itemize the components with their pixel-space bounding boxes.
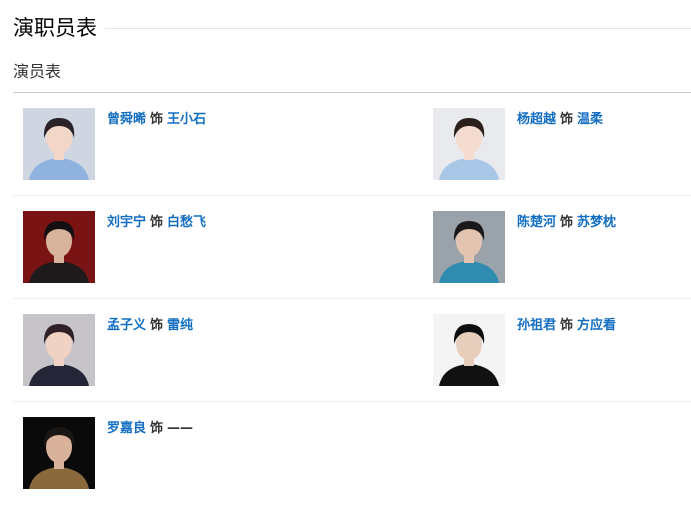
actor-name-link[interactable]: 孟子义 <box>107 318 146 333</box>
actor-name-link[interactable]: 孙祖君 <box>517 318 556 333</box>
actor-photo[interactable] <box>23 211 95 283</box>
role-name-link[interactable]: 方应看 <box>577 318 616 333</box>
actor-name-link[interactable]: 刘宇宁 <box>107 215 146 230</box>
cast-credit: 曾舜晞饰王小石 <box>107 111 206 129</box>
actor-name-link[interactable]: 陈楚河 <box>517 215 556 230</box>
actor-photo[interactable] <box>23 314 95 386</box>
role-name-link[interactable]: 苏梦枕 <box>577 215 616 230</box>
cast-credit: 罗嘉良饰 —— <box>107 420 193 438</box>
cast-credit: 刘宇宁饰白愁飞 <box>107 214 206 232</box>
role-name-link[interactable]: 雷纯 <box>167 318 193 333</box>
cast-row: 曾舜晞饰王小石 杨超越饰温柔 <box>13 93 691 196</box>
actor-photo[interactable] <box>433 314 505 386</box>
cast-list-title: 演员表 <box>13 62 62 81</box>
as-label: 饰 <box>150 215 164 230</box>
actor-portrait-image <box>433 314 505 386</box>
actor-photo[interactable] <box>433 211 505 283</box>
actor-name-link[interactable]: 杨超越 <box>517 112 556 127</box>
actor-portrait-image <box>433 108 505 180</box>
cast-credit: 杨超越饰温柔 <box>517 111 603 129</box>
actor-portrait-image <box>23 417 95 489</box>
actor-photo[interactable] <box>433 108 505 180</box>
cast-item: 孟子义饰雷纯 <box>23 314 323 386</box>
section-title: 演职员表 <box>13 14 105 42</box>
actor-portrait-image <box>23 108 95 180</box>
section-divider <box>13 28 691 29</box>
as-label: 饰 <box>150 318 164 333</box>
cast-row: 孟子义饰雷纯 孙祖君饰方应看 <box>13 299 691 402</box>
role-name-link[interactable]: 温柔 <box>577 112 603 127</box>
role-name-link[interactable]: 白愁飞 <box>167 215 206 230</box>
cast-item: 陈楚河饰苏梦枕 <box>433 211 691 283</box>
actor-name-link[interactable]: 罗嘉良 <box>107 421 146 436</box>
cast-row: 刘宇宁饰白愁飞 陈楚河饰苏梦枕 <box>13 196 691 299</box>
actor-photo[interactable] <box>23 417 95 489</box>
as-label: 饰 <box>560 215 574 230</box>
cast-item: 曾舜晞饰王小石 <box>23 108 323 180</box>
as-label: 饰 <box>560 318 574 333</box>
actor-portrait-image <box>23 314 95 386</box>
role-name: —— <box>167 421 194 436</box>
actor-name-link[interactable]: 曾舜晞 <box>107 112 146 127</box>
cast-item: 罗嘉良饰 —— <box>23 417 323 489</box>
cast-item: 刘宇宁饰白愁飞 <box>23 211 323 283</box>
actor-portrait-image <box>23 211 95 283</box>
cast-item: 杨超越饰温柔 <box>433 108 691 180</box>
cast-credit: 孟子义饰雷纯 <box>107 317 193 335</box>
as-label: 饰 <box>150 421 164 436</box>
actor-portrait-image <box>433 211 505 283</box>
cast-item: 孙祖君饰方应看 <box>433 314 691 386</box>
cast-credit: 陈楚河饰苏梦枕 <box>517 214 616 232</box>
role-name-link[interactable]: 王小石 <box>167 112 206 127</box>
cast-crew-section-header: 演职员表 <box>13 14 691 42</box>
cast-credit: 孙祖君饰方应看 <box>517 317 616 335</box>
as-label: 饰 <box>560 112 574 127</box>
as-label: 饰 <box>150 112 164 127</box>
cast-list: 曾舜晞饰王小石 杨超越饰温柔 刘宇宁饰白愁飞 陈楚河饰苏梦枕 孟子义饰雷纯 孙祖… <box>13 93 691 505</box>
cast-row: 罗嘉良饰 —— <box>13 402 691 505</box>
actor-photo[interactable] <box>23 108 95 180</box>
